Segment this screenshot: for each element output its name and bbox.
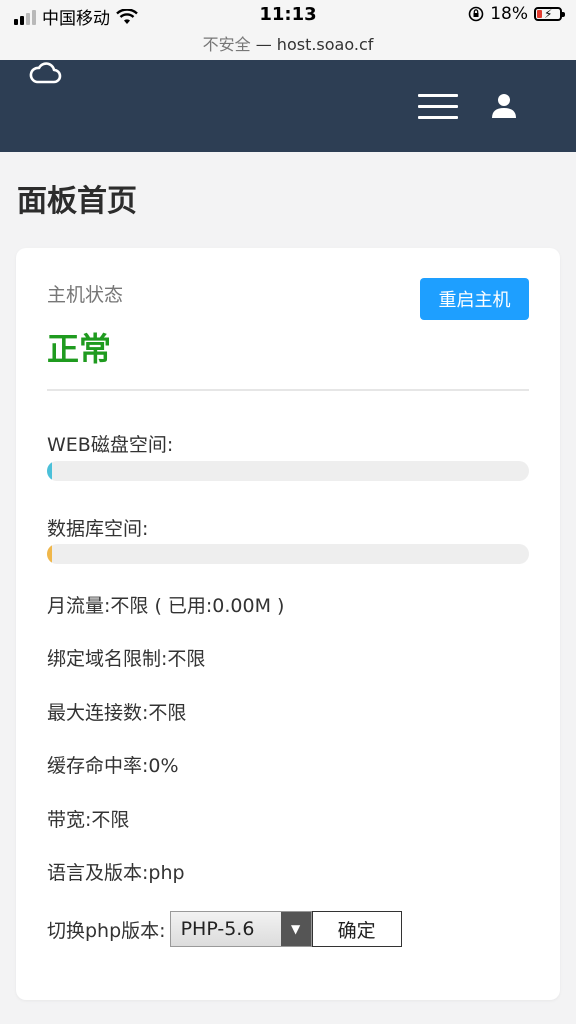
- battery-icon: ⚡: [534, 7, 565, 21]
- status-right: 18% ⚡: [468, 4, 565, 24]
- host-url: host.soao.cf: [276, 35, 374, 54]
- host-info-card: 主机状态 正常 重启主机 WEB磁盘空间: 数据库空间: 月流量:不限 ( 已用…: [16, 248, 560, 1000]
- host-status-label: 主机状态: [47, 284, 124, 306]
- php-version-select[interactable]: PHP-5.6 ▼: [169, 911, 312, 947]
- divider: [47, 389, 529, 391]
- php-version-selected: PHP-5.6: [180, 918, 255, 940]
- top-navbar: [0, 60, 576, 152]
- max-connections: 最大连接数:不限: [47, 702, 187, 724]
- page-title: 面板首页: [17, 184, 137, 219]
- language-version: 语言及版本:php: [47, 862, 185, 884]
- cache-hit-rate: 缓存命中率:0%: [47, 755, 179, 777]
- orientation-lock-icon: [468, 6, 484, 22]
- battery-percent: 18%: [490, 4, 528, 24]
- restart-host-button[interactable]: 重启主机: [420, 278, 529, 320]
- web-disk-progress-fill: [47, 461, 52, 481]
- bandwidth: 带宽:不限: [47, 809, 130, 831]
- confirm-button[interactable]: 确定: [311, 911, 402, 947]
- monthly-traffic: 月流量:不限 ( 已用:0.00M ): [47, 595, 285, 617]
- domain-limit: 绑定域名限制:不限: [47, 648, 206, 670]
- php-switch-label: 切换php版本:: [47, 919, 166, 942]
- php-version-switch: 切换php版本: PHP-5.6 ▼ 确定: [47, 911, 402, 947]
- address-bar[interactable]: 不安全 — host.soao.cf: [0, 31, 576, 55]
- cloud-icon[interactable]: [28, 62, 62, 86]
- user-icon[interactable]: [490, 92, 518, 120]
- status-bar: 中国移动 11:13 18% ⚡ 不安全 — host.soao.cf: [0, 0, 576, 60]
- db-space-label: 数据库空间:: [47, 518, 149, 540]
- db-space-progress-fill: [47, 544, 52, 564]
- security-warning: 不安全: [202, 35, 251, 54]
- hamburger-menu-icon[interactable]: [418, 94, 458, 120]
- db-space-progress: [47, 544, 529, 564]
- host-status-value: 正常: [47, 330, 112, 368]
- address-separator: —: [250, 35, 277, 54]
- web-disk-label: WEB磁盘空间:: [47, 434, 174, 456]
- web-disk-progress: [47, 461, 529, 481]
- dropdown-arrow-icon: ▼: [280, 912, 311, 946]
